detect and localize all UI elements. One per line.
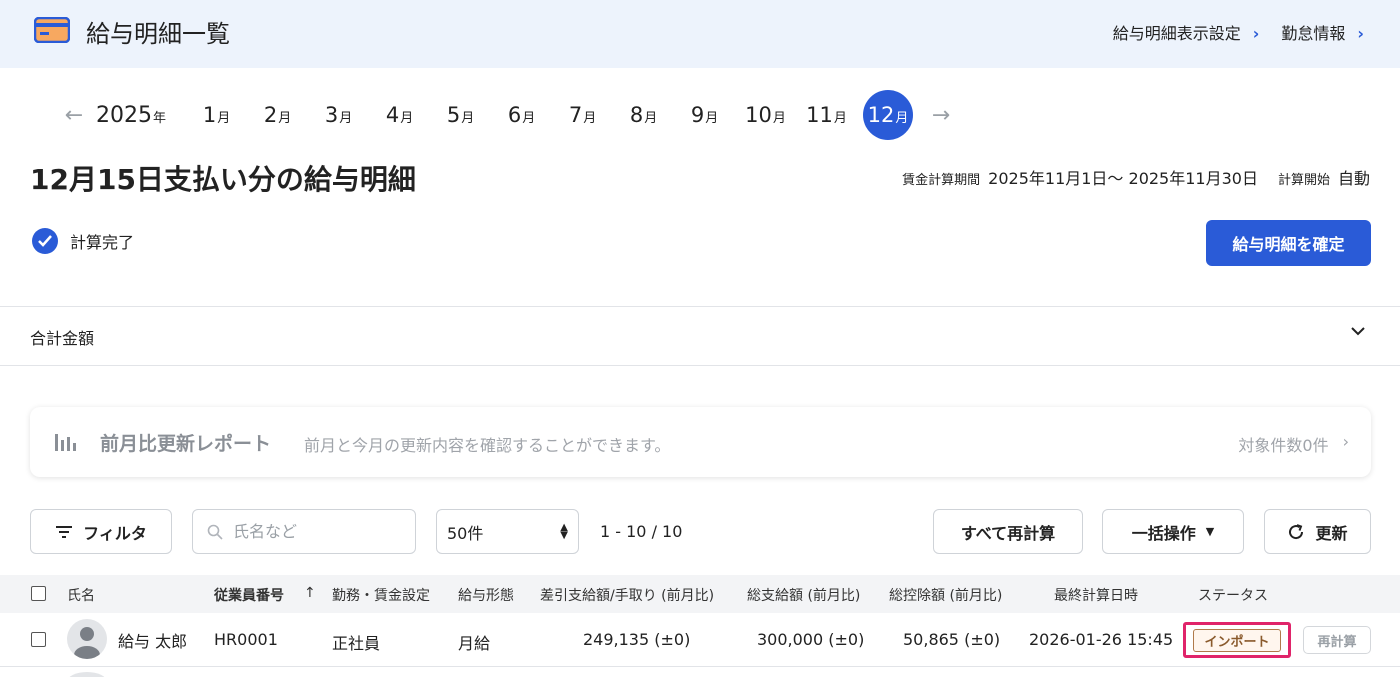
calc-status: 計算完了: [32, 228, 134, 254]
status-badge[interactable]: インポート: [1193, 628, 1281, 652]
month-11[interactable]: 11月: [796, 90, 857, 140]
select-arrows-icon: ▲ ▼: [560, 521, 568, 541]
search-input[interactable]: [233, 522, 393, 541]
deduction: 50,865 (±0): [903, 630, 1001, 649]
month-9[interactable]: 9月: [674, 90, 735, 140]
page-header: 給与明細一覧 給与明細表示設定 › 勤怠情報 ›: [0, 0, 1400, 68]
calc-period: 賃金計算期間 2025年11月1日～ 2025年11月30日 計算開始 自動: [902, 169, 1370, 188]
month-7[interactable]: 7月: [552, 90, 613, 140]
pay-type: 月給: [458, 634, 491, 653]
caret-down-icon: ▼: [1205, 525, 1215, 538]
month-4[interactable]: 4月: [369, 90, 430, 140]
table-row-partial: [0, 668, 1400, 677]
confirm-payslip-button[interactable]: 給与明細を確定: [1206, 220, 1371, 266]
divider: [0, 306, 1400, 307]
table-header: 氏名 従業員番号 ↑ 勤務・賃金設定 給与形態 差引支給額/手取り (前月比) …: [0, 575, 1400, 613]
month-6[interactable]: 6月: [491, 90, 552, 140]
report-count: 対象件数0件 ›: [1238, 432, 1349, 455]
row-checkbox[interactable]: [31, 632, 46, 647]
divider: [0, 365, 1400, 366]
chevron-right-icon: ›: [1252, 24, 1260, 43]
monthly-report-card[interactable]: 前月比更新レポート 前月と今月の更新内容を確認することができます。 対象件数0件…: [30, 407, 1371, 477]
chevron-right-icon: ›: [1342, 432, 1349, 451]
check-circle-icon: [32, 228, 58, 254]
report-title: 前月比更新レポート: [100, 433, 272, 455]
total-amount-label: 合計金額: [30, 329, 95, 348]
filter-button[interactable]: フィルタ: [30, 509, 172, 554]
employee-no: HR0001: [214, 630, 278, 649]
sort-asc-icon[interactable]: ↑: [304, 585, 316, 601]
column-employee-no[interactable]: 従業員番号: [214, 585, 284, 605]
search-field[interactable]: [192, 509, 416, 554]
month-2[interactable]: 2月: [247, 90, 308, 140]
refresh-button[interactable]: 更新: [1264, 509, 1371, 554]
month-5[interactable]: 5月: [430, 90, 491, 140]
table-row[interactable]: 給与 太郎 HR0001 正社員 月給 249,135 (±0) 300,000…: [0, 613, 1400, 667]
column-work-setting[interactable]: 勤務・賃金設定: [332, 585, 430, 605]
chevron-right-icon: ›: [1357, 24, 1364, 43]
column-name[interactable]: 氏名: [67, 585, 95, 605]
month-3[interactable]: 3月: [308, 90, 369, 140]
month-8[interactable]: 8月: [613, 90, 674, 140]
year-label: 2025年: [96, 102, 167, 128]
refresh-icon: [1289, 523, 1304, 539]
recalc-all-button[interactable]: すべて再計算: [933, 509, 1083, 554]
month-selector: ← 2025年 1月 2月 3月 4月 5月 6月 7月 8月 9月 10月 1…: [52, 88, 963, 142]
next-month-arrow-icon[interactable]: →: [919, 103, 963, 128]
page-size-select[interactable]: 50件 ▲ ▼: [436, 509, 579, 554]
employee-name[interactable]: 給与 太郎: [118, 628, 187, 652]
month-12-active[interactable]: 12月: [863, 90, 914, 140]
chevron-down-icon[interactable]: [1350, 326, 1366, 336]
avatar: [67, 619, 107, 659]
payslip-title: 12月15日支払い分の給与明細: [30, 163, 416, 196]
person-icon: [74, 627, 100, 659]
column-status[interactable]: ステータス: [1198, 585, 1268, 605]
column-deduction[interactable]: 総控除額 (前月比): [889, 585, 1002, 605]
column-net-pay[interactable]: 差引支給額/手取り (前月比): [540, 585, 714, 605]
column-gross-pay[interactable]: 総支給額 (前月比): [747, 585, 860, 605]
pagination-range: 1 - 10 / 10: [600, 522, 683, 541]
prev-month-arrow-icon[interactable]: ←: [52, 103, 96, 128]
status-badge-highlight: インポート: [1183, 622, 1291, 658]
work-setting: 正社員: [332, 634, 381, 653]
attendance-info-link[interactable]: 勤怠情報 ›: [1281, 20, 1364, 44]
payslip-card-icon: [34, 17, 70, 43]
page-title: 給与明細一覧: [86, 20, 230, 48]
bar-chart-icon: [55, 434, 76, 451]
search-icon: [207, 524, 223, 540]
last-calc-time: 2026-01-26 15:45: [1029, 630, 1174, 649]
bulk-action-button[interactable]: 一括操作 ▼: [1102, 509, 1244, 554]
column-last-calc[interactable]: 最終計算日時: [1054, 585, 1138, 605]
gross-pay: 300,000 (±0): [757, 630, 865, 649]
select-all-checkbox[interactable]: [31, 586, 46, 601]
report-description: 前月と今月の更新内容を確認することができます。: [304, 436, 671, 455]
filter-icon: [56, 525, 73, 538]
month-1[interactable]: 1月: [186, 90, 247, 140]
payslip-display-settings-link[interactable]: 給与明細表示設定 ›: [1113, 20, 1260, 44]
row-recalc-button[interactable]: 再計算: [1303, 626, 1371, 654]
month-10[interactable]: 10月: [735, 90, 796, 140]
net-pay: 249,135 (±0): [583, 630, 691, 649]
column-pay-type[interactable]: 給与形態: [458, 585, 514, 605]
